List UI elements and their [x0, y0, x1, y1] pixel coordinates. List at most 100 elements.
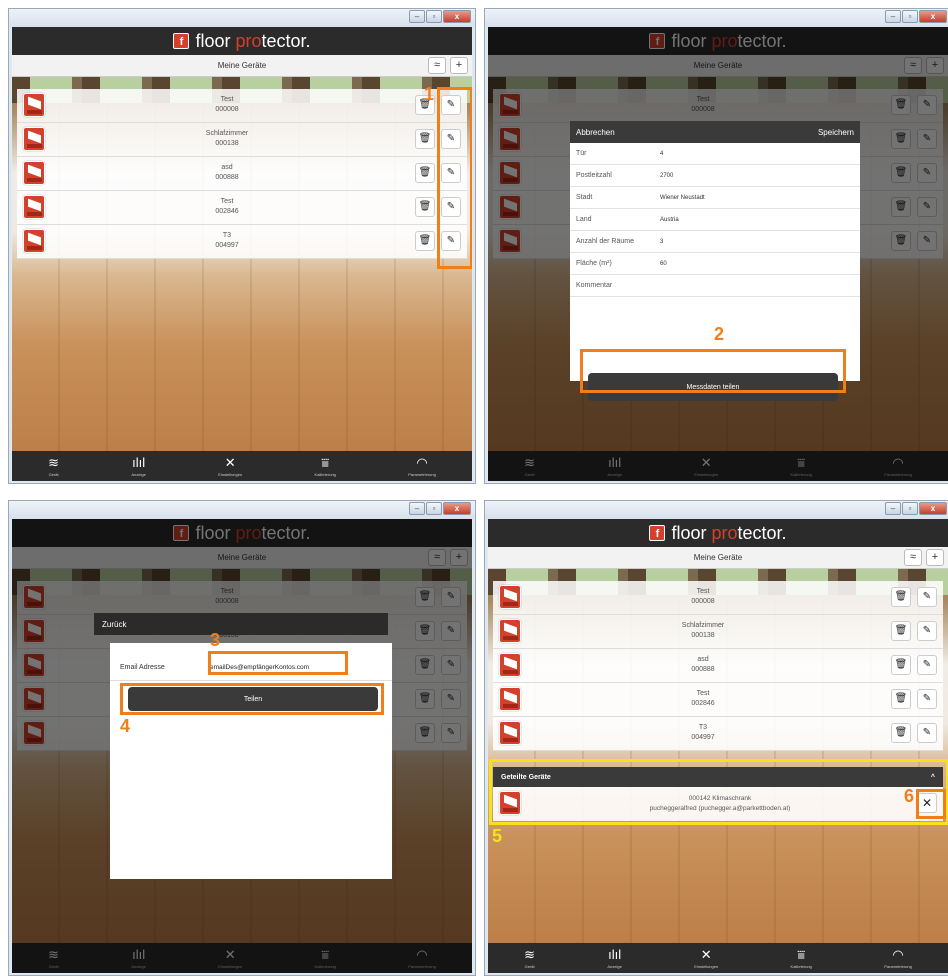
close-button[interactable]: x	[443, 10, 471, 23]
wifi-button[interactable]: ≈	[904, 549, 922, 566]
device-row[interactable]: Test002846🗑✎	[493, 683, 943, 717]
highlight-remove-button	[916, 789, 946, 819]
device-row[interactable]: Schlafzimmer000138🗑✎	[17, 123, 467, 157]
device-row[interactable]: Test000008🗑✎	[17, 89, 467, 123]
edit-icon[interactable]: ✎	[917, 621, 937, 641]
trash-icon[interactable]: 🗑	[415, 231, 435, 251]
nav-item-einstellungen[interactable]: ✕Einstellungen	[218, 455, 242, 477]
device-name: Test	[220, 198, 234, 205]
device-icon	[499, 653, 521, 677]
device-id: 000008	[691, 598, 715, 605]
app-header: f floor protector.	[488, 519, 948, 547]
device-row[interactable]: Test 000008 🗑 ✎	[493, 581, 943, 615]
trash-icon[interactable]: 🗑	[891, 723, 911, 743]
annotation-number: 4	[120, 716, 131, 736]
device-list: Test000008🗑✎ Schlafzimmer000138🗑✎ asd000…	[17, 89, 467, 259]
add-device-button[interactable]: +	[926, 549, 944, 566]
dialog-header: Zurück	[94, 613, 388, 635]
form-row-rooms[interactable]: Anzahl der Räume 3	[570, 231, 860, 253]
close-button[interactable]: x	[443, 502, 471, 515]
nav-item-kalibrierung[interactable]: ⩸Kalibrierung	[791, 947, 812, 969]
window-titlebar: – ▫ x	[485, 9, 948, 27]
nav-item-einstellungen[interactable]: ✕Einstellungen	[694, 947, 718, 969]
minimize-button[interactable]: –	[409, 10, 425, 23]
trash-icon[interactable]: 🗑	[891, 689, 911, 709]
cancel-button[interactable]: Abbrechen	[576, 128, 615, 137]
device-icon	[23, 195, 45, 219]
page-title: Meine Geräte	[693, 553, 743, 562]
device-id: 000888	[215, 174, 239, 181]
nav-item-anzeige[interactable]: ılılAnzeige	[607, 947, 621, 969]
device-row[interactable]: asd000888🗑✎	[493, 649, 943, 683]
page-title-bar: Meine Geräte ≈ +	[488, 547, 948, 569]
annotation-number: 2	[714, 324, 725, 344]
device-id: 000888	[691, 666, 715, 673]
form-row-country[interactable]: Land Austria	[570, 209, 860, 231]
trash-icon[interactable]: 🗑	[891, 621, 911, 641]
trash-icon[interactable]: 🗑	[415, 163, 435, 183]
maximize-button[interactable]: ▫	[426, 502, 442, 515]
nav-item-parametrierung[interactable]: ◠Parametrierung	[884, 946, 912, 969]
back-button[interactable]: Zurück	[102, 620, 126, 629]
trash-icon[interactable]: 🗑	[891, 587, 911, 607]
device-name: Schlafzimmer	[205, 130, 249, 137]
device-row[interactable]: T3004997🗑✎	[493, 717, 943, 751]
trash-icon[interactable]: 🗑	[415, 129, 435, 149]
app-area: f floor protector. Meine Geräte ≈ + Test…	[488, 27, 948, 481]
nav-item-geraet[interactable]: ≋Gerät	[48, 454, 60, 477]
maximize-button[interactable]: ▫	[902, 502, 918, 515]
minimize-button[interactable]: –	[885, 502, 901, 515]
device-id: 000008	[215, 106, 239, 113]
form-row-area[interactable]: Fläche (m²) 60	[570, 253, 860, 275]
gauge-icon: ◠	[892, 946, 904, 962]
device-id: 002846	[215, 208, 239, 215]
nav-item-kalibrierung[interactable]: ⩸Kalibrierung	[315, 455, 336, 477]
highlight-shared-devices	[489, 759, 948, 825]
annotation-number: 1	[424, 84, 435, 104]
device-name: Test	[220, 96, 234, 103]
layers-icon: ≋	[48, 454, 60, 470]
form-row-comment[interactable]: Kommentar	[570, 275, 860, 297]
app-area: f floor protector. Meine Geräte ≈ + Test…	[12, 27, 472, 481]
device-row[interactable]: Test002846🗑✎	[17, 191, 467, 225]
device-name: Schlafzimmer	[681, 622, 725, 629]
close-button[interactable]: x	[919, 10, 947, 23]
nav-item-anzeige[interactable]: ılılAnzeige	[131, 455, 145, 477]
page-title: Meine Geräte	[217, 61, 267, 70]
edit-icon[interactable]: ✎	[917, 655, 937, 675]
minimize-button[interactable]: –	[409, 502, 425, 515]
form-row-city[interactable]: Stadt Wiener Neustadt	[570, 187, 860, 209]
window-titlebar: – ▫ x	[485, 501, 948, 519]
dialog-header: Abbrechen Speichern	[570, 121, 860, 143]
annotation-number: 5	[492, 826, 503, 846]
gauge-icon: ◠	[416, 454, 428, 470]
minimize-button[interactable]: –	[885, 10, 901, 23]
edit-icon[interactable]: ✎	[917, 587, 937, 607]
device-row[interactable]: T3004997🗑✎	[17, 225, 467, 259]
maximize-button[interactable]: ▫	[426, 10, 442, 23]
trash-icon[interactable]: 🗑	[891, 655, 911, 675]
wifi-button[interactable]: ≈	[428, 57, 446, 74]
device-name: Test	[696, 588, 710, 595]
logo-icon: f	[649, 525, 666, 541]
nav-item-geraet[interactable]: ≋Gerät	[524, 947, 535, 969]
close-button[interactable]: x	[919, 502, 947, 515]
app-area: f floor protector. Meine Geräte ≈ + Test…	[488, 519, 948, 973]
bottom-nav: ≋Gerät ılılAnzeige ✕Einstellungen ⩸Kalib…	[488, 943, 948, 973]
device-name: T3	[698, 724, 708, 731]
form-row-door[interactable]: Tür 4	[570, 143, 860, 165]
form-row-zip[interactable]: Postleitzahl 2700	[570, 165, 860, 187]
device-row[interactable]: asd000888🗑✎	[17, 157, 467, 191]
save-button[interactable]: Speichern	[818, 128, 854, 137]
device-id: 000138	[215, 140, 239, 147]
maximize-button[interactable]: ▫	[902, 10, 918, 23]
add-device-button[interactable]: +	[450, 57, 468, 74]
device-row[interactable]: Schlafzimmer000138🗑✎	[493, 615, 943, 649]
trash-icon[interactable]: 🗑	[415, 197, 435, 217]
edit-icon[interactable]: ✎	[917, 689, 937, 709]
bottom-nav: ≋Gerät ılılAnzeige ✕Einstellungen ⩸Kalib…	[12, 451, 472, 481]
device-id: 002846	[691, 700, 715, 707]
edit-icon[interactable]: ✎	[917, 723, 937, 743]
device-icon	[23, 127, 45, 151]
nav-item-parametrierung[interactable]: ◠Parametrierung	[408, 454, 436, 477]
